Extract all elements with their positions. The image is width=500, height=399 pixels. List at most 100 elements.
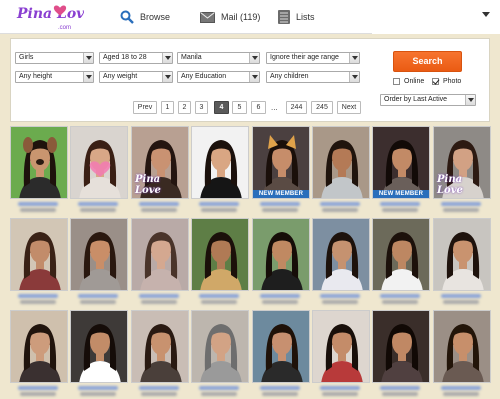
profile-name-blurred[interactable] (260, 386, 300, 390)
profile-name-blurred[interactable] (199, 386, 239, 390)
next-page-button[interactable]: Next (337, 101, 361, 114)
location-select[interactable]: Manila (177, 52, 260, 64)
profile-caption-blurred[interactable] (312, 383, 370, 399)
profile-caption-blurred[interactable] (10, 199, 68, 215)
profile-caption-blurred[interactable] (10, 291, 68, 307)
profile-photo[interactable] (372, 218, 430, 291)
profile-photo[interactable] (70, 218, 128, 291)
order-select[interactable]: Order by Last Active (380, 94, 476, 106)
profile-caption-blurred[interactable] (70, 383, 128, 399)
profile-name-blurred[interactable] (18, 386, 58, 390)
page-button[interactable]: 244 (286, 101, 307, 114)
profile-photo[interactable] (70, 126, 128, 199)
height-select[interactable]: Any height (15, 71, 94, 83)
profile-name-blurred[interactable] (441, 386, 481, 390)
education-select[interactable]: Any Education (177, 71, 260, 83)
profile-name-blurred[interactable] (320, 386, 360, 390)
profile-name-blurred[interactable] (199, 294, 239, 298)
profile-name-blurred[interactable] (18, 294, 58, 298)
page-button[interactable]: 6 (251, 101, 266, 114)
profile-photo[interactable] (131, 218, 189, 291)
profile-name-blurred[interactable] (380, 294, 420, 298)
profile-caption-blurred[interactable] (191, 291, 249, 307)
checkbox-box[interactable] (432, 78, 439, 85)
profile-caption-blurred[interactable] (10, 383, 68, 399)
profile-name-blurred[interactable] (320, 294, 360, 298)
profile-name-blurred[interactable] (441, 294, 481, 298)
profile-caption-blurred[interactable] (433, 199, 491, 215)
profile-caption-blurred[interactable] (312, 291, 370, 307)
profile-name-blurred[interactable] (78, 202, 118, 206)
current-page-button[interactable]: 4 (214, 101, 229, 114)
prev-page-button[interactable]: Prev (133, 101, 157, 114)
profile-name-blurred[interactable] (199, 202, 239, 206)
profile-photo[interactable] (10, 310, 68, 383)
profile-caption-blurred[interactable] (131, 383, 189, 399)
profile-caption-blurred[interactable] (70, 199, 128, 215)
page-button[interactable]: 1 (161, 101, 174, 114)
profile-photo[interactable] (252, 310, 310, 383)
profile-caption-blurred[interactable] (131, 199, 189, 215)
profile-photo[interactable] (433, 310, 491, 383)
account-area[interactable] (372, 0, 500, 34)
profile-photo[interactable] (10, 218, 68, 291)
profile-photo[interactable] (131, 310, 189, 383)
page-button[interactable]: 3 (195, 101, 208, 114)
profile-photo[interactable] (433, 218, 491, 291)
photo-checkbox[interactable]: Photo (432, 77, 461, 86)
profile-name-blurred[interactable] (139, 294, 179, 298)
profile-photo[interactable] (312, 218, 370, 291)
profile-name-blurred[interactable] (441, 202, 481, 206)
profile-photo[interactable]: Pina Love (131, 126, 189, 199)
children-select[interactable]: Any children (266, 71, 360, 83)
age-select[interactable]: Aged 18 to 28 (99, 52, 173, 64)
weight-select[interactable]: Any weight (99, 71, 173, 83)
profile-caption-blurred[interactable] (252, 199, 310, 215)
online-checkbox[interactable]: Online (393, 77, 424, 86)
nav-browse[interactable]: Browse (120, 8, 170, 26)
nav-lists[interactable]: Lists (278, 8, 315, 26)
profile-name-blurred[interactable] (78, 294, 118, 298)
profile-name-blurred[interactable] (260, 202, 300, 206)
profile-caption-blurred[interactable] (433, 291, 491, 307)
age-range-select[interactable]: Ignore their age range (266, 52, 360, 64)
profile-photo[interactable] (312, 126, 370, 199)
page-button[interactable]: 245 (311, 101, 333, 114)
profile-caption-blurred[interactable] (191, 199, 249, 215)
profile-photo[interactable] (372, 310, 430, 383)
profile-caption-blurred[interactable] (433, 383, 491, 399)
profile-caption-blurred[interactable] (372, 383, 430, 399)
profile-photo[interactable] (191, 126, 249, 199)
profile-name-blurred[interactable] (139, 386, 179, 390)
profile-photo[interactable] (10, 126, 68, 199)
profile-photo[interactable] (70, 310, 128, 383)
profile-caption-blurred[interactable] (252, 383, 310, 399)
profile-photo[interactable]: NEW MEMBER (372, 126, 430, 199)
profile-caption-blurred[interactable] (372, 199, 430, 215)
profile-photo[interactable]: NEW MEMBER (252, 126, 310, 199)
profile-name-blurred[interactable] (78, 386, 118, 390)
profile-name-blurred[interactable] (139, 202, 179, 206)
checkbox-box[interactable] (393, 78, 400, 85)
pinalove-logo[interactable]: Pina Love .com (14, 2, 84, 32)
search-button[interactable]: Search (393, 51, 462, 72)
profile-caption-blurred[interactable] (252, 291, 310, 307)
profile-name-blurred[interactable] (260, 294, 300, 298)
profile-photo[interactable] (312, 310, 370, 383)
profile-photo[interactable]: Pina Love (433, 126, 491, 199)
profile-photo[interactable] (191, 310, 249, 383)
profile-caption-blurred[interactable] (372, 291, 430, 307)
profile-caption-blurred[interactable] (312, 199, 370, 215)
account-dropdown-icon[interactable] (482, 12, 490, 17)
profile-name-blurred[interactable] (380, 386, 420, 390)
page-button[interactable]: 2 (178, 101, 191, 114)
page-button[interactable]: 5 (232, 101, 247, 114)
gender-select[interactable]: Girls (15, 52, 94, 64)
profile-caption-blurred[interactable] (131, 291, 189, 307)
nav-mail[interactable]: Mail (119) (200, 8, 260, 26)
profile-caption-blurred[interactable] (191, 383, 249, 399)
profile-photo[interactable] (191, 218, 249, 291)
profile-photo[interactable] (252, 218, 310, 291)
profile-name-blurred[interactable] (320, 202, 360, 206)
profile-name-blurred[interactable] (18, 202, 58, 206)
